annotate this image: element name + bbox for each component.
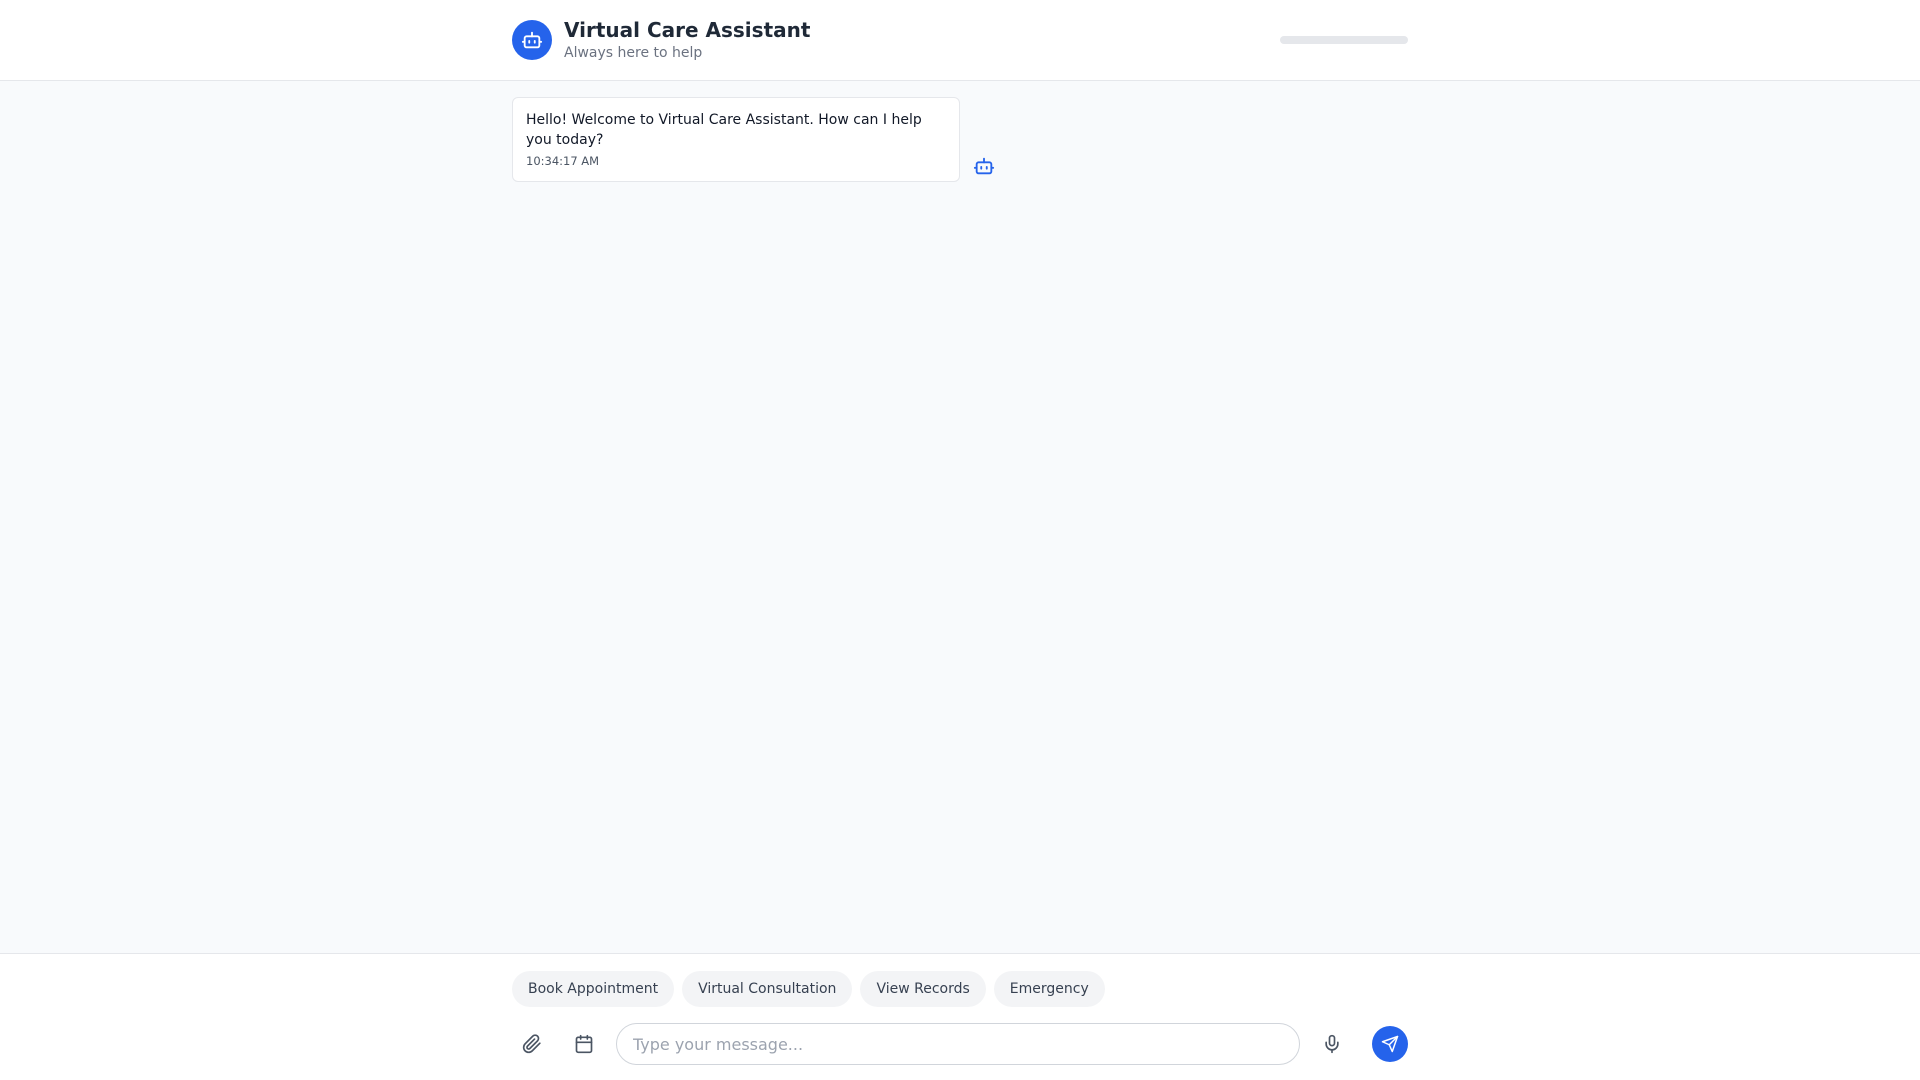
- voice-input-button[interactable]: [1312, 1024, 1352, 1064]
- message-list: Hello! Welcome to Virtual Care Assistant…: [512, 97, 1408, 182]
- header-loading-placeholder: [1280, 36, 1408, 44]
- attach-button[interactable]: [512, 1024, 552, 1064]
- bot-icon: [973, 157, 995, 175]
- quick-action-virtual-consultation[interactable]: Virtual Consultation: [682, 971, 853, 1007]
- brand: Virtual Care Assistant Always here to he…: [512, 17, 810, 63]
- page-title: Virtual Care Assistant: [564, 18, 811, 42]
- quick-action-emergency[interactable]: Emergency: [993, 971, 1105, 1007]
- quick-action-book-appointment[interactable]: Book Appointment: [512, 971, 675, 1007]
- app-header: Virtual Care Assistant Always here to he…: [0, 0, 1920, 81]
- assistant-avatar: [512, 20, 552, 60]
- message-sender-icon: [972, 154, 996, 178]
- header-inner: Virtual Care Assistant Always here to he…: [512, 0, 1408, 80]
- brand-text: Virtual Care Assistant Always here to he…: [564, 17, 810, 63]
- paperclip-icon: [522, 1034, 541, 1054]
- send-button[interactable]: [1372, 1026, 1408, 1062]
- quick-actions: Book Appointment Virtual Consultation Vi…: [512, 971, 1408, 1007]
- composer-inner: Book Appointment Virtual Consultation Vi…: [512, 971, 1408, 1065]
- message-text: Hello! Welcome to Virtual Care Assistant…: [526, 112, 922, 148]
- input-row: [512, 1023, 1408, 1065]
- assistant-message-bubble: Hello! Welcome to Virtual Care Assistant…: [512, 97, 960, 182]
- message-input[interactable]: [616, 1023, 1300, 1065]
- message-row: Hello! Welcome to Virtual Care Assistant…: [512, 97, 1408, 182]
- bot-icon: [521, 31, 543, 49]
- calendar-icon: [575, 1034, 593, 1054]
- schedule-button[interactable]: [564, 1024, 604, 1064]
- send-icon: [1381, 1035, 1399, 1053]
- message-timestamp: 10:34:17 AM: [526, 154, 600, 168]
- chat-app: Virtual Care Assistant Always here to he…: [0, 0, 1920, 1080]
- composer-area: Book Appointment Virtual Consultation Vi…: [0, 953, 1920, 1080]
- page-subtitle: Always here to help: [564, 45, 703, 61]
- microphone-icon: [1325, 1034, 1339, 1054]
- quick-action-view-records[interactable]: View Records: [860, 971, 986, 1007]
